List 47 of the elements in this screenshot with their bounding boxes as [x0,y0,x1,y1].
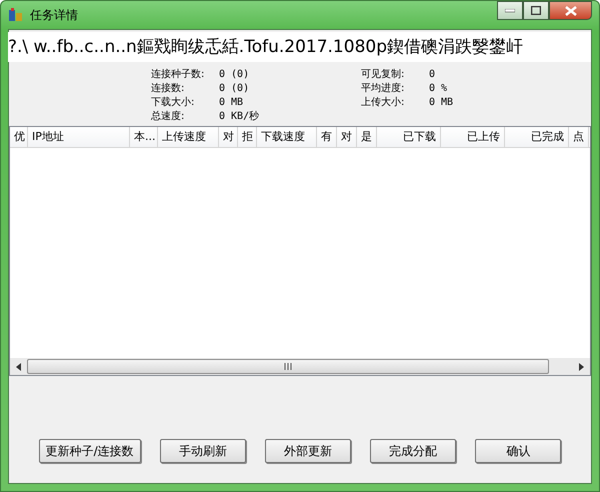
action-button[interactable]: 手动刷新 [160,439,246,463]
scroll-thumb[interactable] [27,359,549,374]
action-button[interactable]: 更新种子/连接数 [38,439,141,463]
stat-label: 连接种子数: [151,68,206,82]
column-header[interactable]: 有 [317,127,337,147]
column-header[interactable]: 拒 [238,127,257,147]
window-title: 任务详情 [30,6,78,24]
stat-label: 上传大小: [361,96,406,110]
grip-icon [284,363,292,370]
stat-label: 总速度: [151,110,186,124]
stat-label: 可见复制: [361,68,406,82]
file-name-field: ?.\ w..fb..c..n..n鏂戣眴绂忎絬.Tofu.2017.1080p鍥借礇涓跌嫛鐢屽 [8,32,591,62]
column-header[interactable]: 对 [219,127,238,147]
action-button[interactable]: 外部更新 [265,439,352,463]
maximize-button[interactable] [523,1,549,20]
stat-value: 0 KB/秒 [219,110,260,124]
action-button[interactable]: 完成分配 [370,439,456,463]
column-header[interactable]: 已上传 [441,127,505,147]
column-header[interactable]: 已下载 [377,127,441,147]
scroll-right-icon[interactable] [579,362,584,370]
action-button[interactable]: 确认 [475,439,562,463]
close-button[interactable] [549,1,592,20]
column-header[interactable]: 已完成 [505,127,569,147]
stat-label: 下载大小: [151,96,196,110]
horizontal-scrollbar[interactable] [10,358,590,375]
stat-label: 连接数: [151,82,186,96]
minimize-icon [505,8,515,12]
column-header[interactable]: 上传速度 [158,127,219,147]
column-header[interactable]: 下载速度 [257,127,317,147]
column-header[interactable]: 点 [569,127,589,147]
minimize-button[interactable] [497,1,523,20]
column-header[interactable]: 本... [130,127,158,147]
stat-value: 0 [429,68,436,82]
stat-label: 平均进度: [361,82,406,96]
column-header[interactable]: 对 [337,127,357,147]
column-header[interactable]: 优 [10,127,28,147]
column-header[interactable]: 是 [357,127,377,147]
close-icon [564,6,576,16]
scroll-left-icon[interactable] [16,362,21,370]
column-header[interactable]: IP地址 [28,127,130,147]
maximize-icon [531,6,541,15]
stat-value: 0 MB [429,96,454,110]
stat-value: 0 (0) [219,68,250,82]
stat-value: 0 MB [219,96,244,110]
stat-value: 0 % [429,82,448,96]
stat-value: 0 (0) [219,82,250,96]
app-icon [8,7,24,23]
